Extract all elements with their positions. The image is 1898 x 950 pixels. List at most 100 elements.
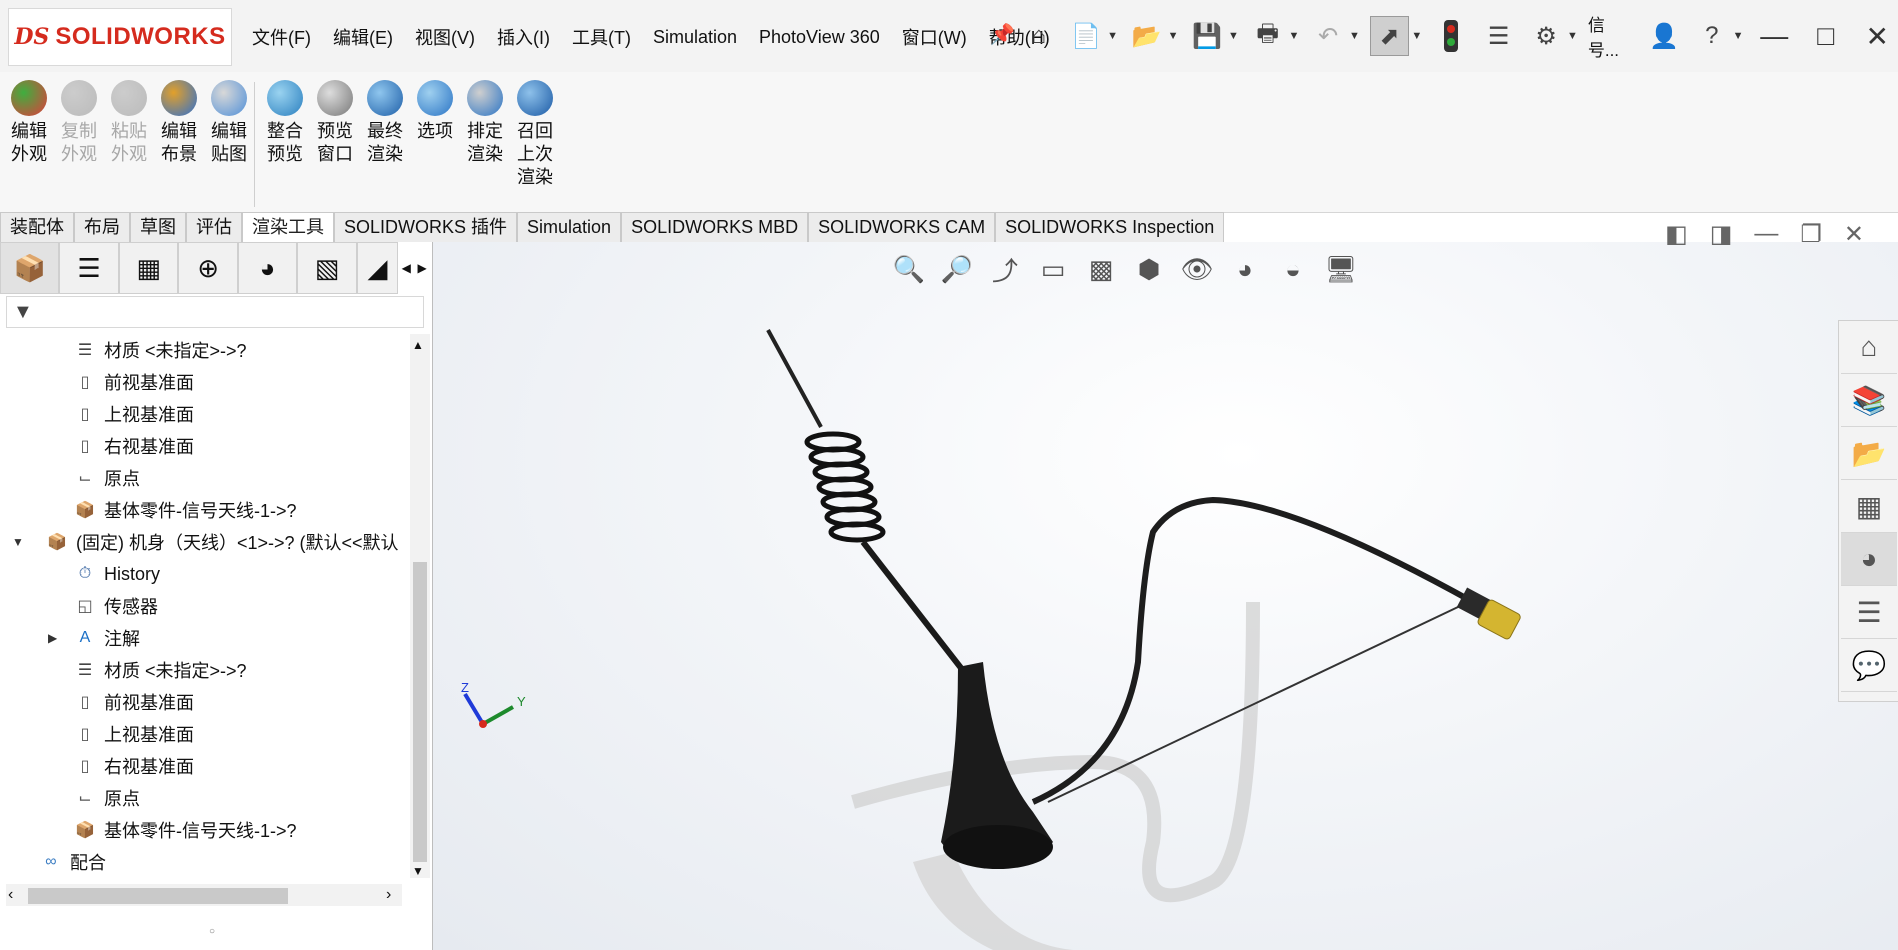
tab-6[interactable]: Simulation <box>517 212 622 242</box>
save-icon[interactable]: 💾 <box>1188 17 1226 55</box>
tab-5[interactable]: SOLIDWORKS 插件 <box>334 212 518 242</box>
tree-item[interactable]: ▯ 前视基准面 <box>74 686 194 718</box>
rebuild-traffic-light-icon[interactable] <box>1432 17 1470 55</box>
new-document-icon[interactable]: 📄 <box>1068 17 1106 55</box>
chevron-down-icon[interactable]: ▼ <box>1168 30 1179 42</box>
tab-1[interactable]: 布局 <box>74 212 130 242</box>
tree-item[interactable]: ▯ 前视基准面 <box>74 366 194 398</box>
tab-scroll-left-icon[interactable]: ◀ <box>398 261 414 275</box>
open-icon[interactable]: 📂 <box>1128 17 1166 55</box>
scroll-down-icon[interactable]: ▼ <box>412 864 424 878</box>
home-icon[interactable]: ⌂ <box>1020 17 1058 55</box>
scroll-right-icon[interactable]: › <box>386 886 391 904</box>
tree-item[interactable]: ▯ 上视基准面 <box>74 398 194 430</box>
tree-item[interactable]: ☰ 材质 <未指定>->? <box>74 334 247 366</box>
copy-appearance-button[interactable]: 复制 外观 <box>56 80 102 166</box>
doc-restore-icon[interactable]: ❐ <box>1800 220 1822 249</box>
view-settings-icon[interactable]: 🖥 <box>1322 250 1360 288</box>
final-render-button[interactable]: 最终 渲染 <box>362 80 408 166</box>
tree-hscroll-thumb[interactable] <box>28 888 288 904</box>
zoom-to-area-icon[interactable]: 🔎 <box>938 250 976 288</box>
tree-scroll-thumb[interactable] <box>413 562 427 862</box>
more-tab-icon[interactable]: ◢ <box>356 242 399 294</box>
chevron-down-icon[interactable]: ▼ <box>1733 30 1744 42</box>
hide-show-items-icon[interactable]: 👁 <box>1178 250 1216 288</box>
tab-8[interactable]: SOLIDWORKS CAM <box>808 212 996 242</box>
menu-view[interactable]: 视图(V) <box>415 24 475 50</box>
view-orientation-icon[interactable]: ▩ <box>1082 250 1120 288</box>
tree-item[interactable]: 📦 基体零件-信号天线-1->? <box>74 494 296 526</box>
display-style-icon[interactable]: ⬢ <box>1130 250 1168 288</box>
file-properties-icon[interactable]: ☰ <box>1480 17 1518 55</box>
tree-item[interactable]: ▯ 右视基准面 <box>74 430 194 462</box>
integrated-preview-button[interactable]: 整合 预览 <box>262 80 308 166</box>
options-gear-icon[interactable]: ⚙ <box>1527 17 1565 55</box>
menu-window[interactable]: 窗口(W) <box>902 24 967 50</box>
chevron-down-icon[interactable]: ▼ <box>1349 30 1360 42</box>
tab-0[interactable]: 装配体 <box>0 212 74 242</box>
tab-2[interactable]: 草图 <box>130 212 186 242</box>
forum-icon[interactable]: 💬 <box>1841 639 1897 692</box>
close-window-button[interactable]: ✕ <box>1857 20 1898 53</box>
chevron-down-icon[interactable]: ▼ <box>1228 30 1239 42</box>
maximize-window-button[interactable]: □ <box>1805 20 1847 52</box>
edit-decal-button[interactable]: 编辑 贴图 <box>206 80 252 166</box>
solidworks-logo[interactable]: DS SOLIDWORKS <box>8 8 232 66</box>
tree-item[interactable]: ▼ 📦 (固定) 机身（天线）<1>->? (默认<<默认 <box>12 526 399 558</box>
tab-4[interactable]: 渲染工具 <box>242 212 334 242</box>
menu-insert[interactable]: 插入(I) <box>497 24 550 50</box>
cam-tab-icon[interactable]: ▧ <box>297 242 357 294</box>
chevron-down-icon[interactable]: ▼ <box>1411 30 1422 42</box>
panel-resize-handle[interactable]: ○ <box>209 926 215 937</box>
expand-right-icon[interactable]: ▶ <box>48 631 62 645</box>
search-commands-field[interactable]: 信号... <box>1588 11 1636 61</box>
tree-item[interactable]: ☰ 材质 <未指定>->? <box>74 654 247 686</box>
tree-item[interactable]: ⌙ 原点 <box>74 782 140 814</box>
expand-down-icon[interactable]: ▼ <box>12 535 26 549</box>
schedule-render-button[interactable]: 排定 渲染 <box>462 80 508 166</box>
render-options-button[interactable]: 选项 <box>412 80 458 143</box>
feature-tree-tab-icon[interactable]: 📦 <box>0 242 60 294</box>
tree-item[interactable]: ▶ A 注解 <box>48 622 140 654</box>
appearances-scenes-icon[interactable]: ◕ <box>1841 533 1897 586</box>
restore-left-icon[interactable]: ◧ <box>1665 220 1688 249</box>
menu-simulation[interactable]: Simulation <box>653 27 737 48</box>
chevron-down-icon[interactable]: ▼ <box>1288 30 1299 42</box>
previous-view-icon[interactable]: ⤴ <box>986 250 1024 288</box>
menu-edit[interactable]: 编辑(E) <box>333 24 393 50</box>
zoom-to-fit-icon[interactable]: 🔍 <box>890 250 928 288</box>
scroll-up-icon[interactable]: ▲ <box>412 338 424 352</box>
property-manager-tab-icon[interactable]: ☰ <box>59 242 119 294</box>
file-explorer-icon[interactable]: 📂 <box>1841 427 1897 480</box>
tree-filter-field[interactable]: ▼︎ <box>6 296 424 328</box>
pin-icon[interactable]: 📌 <box>990 22 1015 47</box>
edit-appearance-icon[interactable]: ◕ <box>1226 250 1264 288</box>
scroll-left-icon[interactable]: ‹ <box>8 886 13 904</box>
tree-item[interactable]: 📦 基体零件-信号天线-1->? <box>74 814 296 846</box>
graphics-area[interactable]: Z Y <box>433 242 1898 950</box>
edit-scene-button[interactable]: 编辑 布景 <box>156 80 202 166</box>
preview-window-button[interactable]: 预览 窗口 <box>312 80 358 166</box>
edit-appearance-button[interactable]: 编辑 外观 <box>6 80 52 166</box>
restore-right-icon[interactable]: ◨ <box>1710 220 1733 249</box>
tab-3[interactable]: 评估 <box>186 212 242 242</box>
menu-file[interactable]: 文件(F) <box>252 24 311 50</box>
dimxpert-tab-icon[interactable]: ⊕ <box>178 242 238 294</box>
section-view-icon[interactable]: ▭ <box>1034 250 1072 288</box>
tab-9[interactable]: SOLIDWORKS Inspection <box>995 212 1225 242</box>
tab-7[interactable]: SOLIDWORKS MBD <box>621 212 809 242</box>
apply-scene-icon[interactable]: ◒ <box>1274 250 1312 288</box>
chevron-down-icon[interactable]: ▼ <box>1107 30 1118 42</box>
minimize-window-button[interactable]: — <box>1753 20 1795 52</box>
custom-properties-icon[interactable]: ☰ <box>1841 586 1897 639</box>
select-pointer-icon[interactable]: ⬈ <box>1369 16 1410 56</box>
design-library-icon[interactable]: 📚 <box>1841 374 1897 427</box>
display-manager-tab-icon[interactable]: ◕ <box>237 242 298 294</box>
doc-minimize-icon[interactable]: — <box>1754 220 1778 249</box>
tree-item[interactable]: ⏱ History <box>74 558 160 590</box>
paste-appearance-button[interactable]: 粘贴 外观 <box>106 80 152 166</box>
view-palette-icon[interactable]: ▦ <box>1841 480 1897 533</box>
recall-last-render-button[interactable]: 召回 上次 渲染 <box>512 80 558 189</box>
tree-item[interactable]: ◱ 传感器 <box>74 590 158 622</box>
configuration-tab-icon[interactable]: ▦ <box>118 242 179 294</box>
